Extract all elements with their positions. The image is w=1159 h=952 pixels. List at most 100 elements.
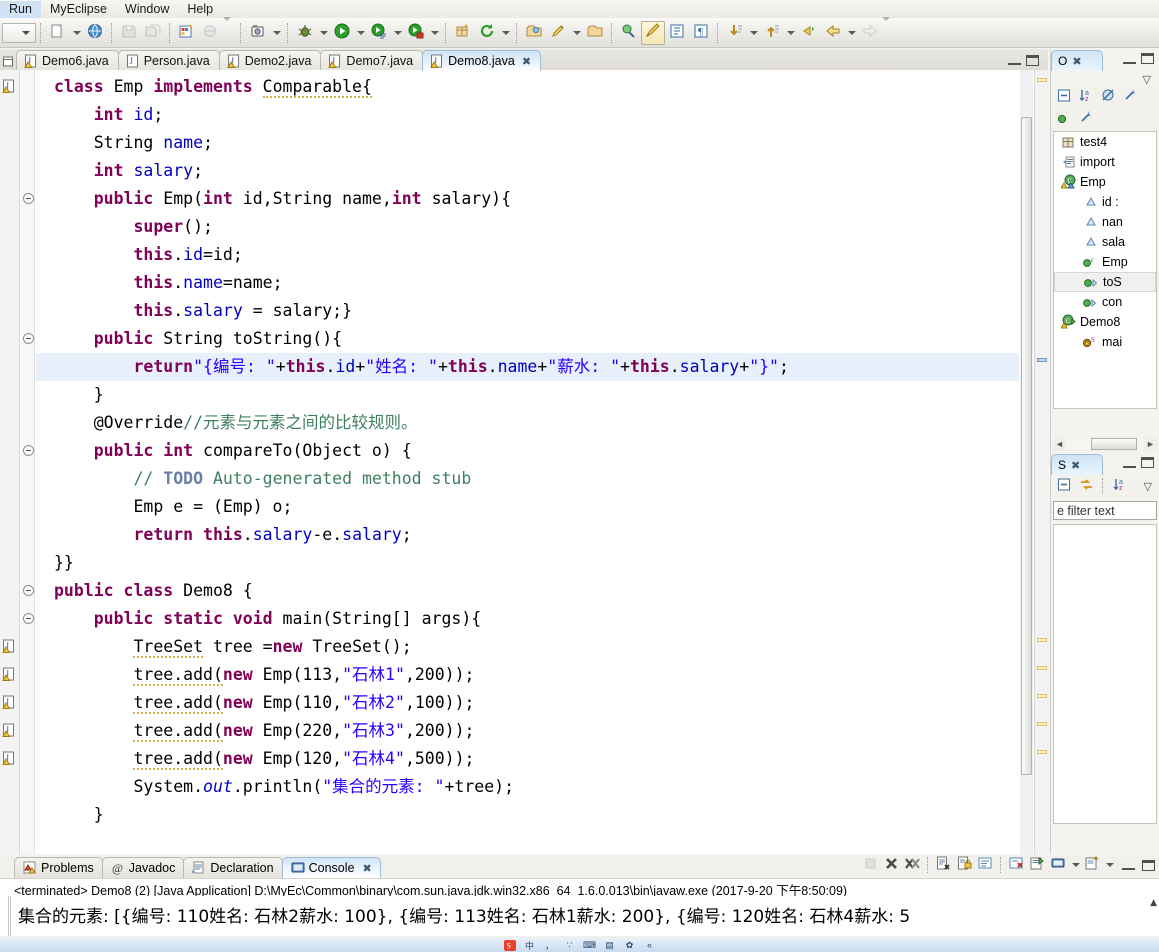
code-line[interactable]: tree.add(new Emp(113,"石林1",200)); [36, 661, 1019, 689]
outline-view-menu[interactable]: ▽ [1051, 71, 1159, 87]
code-line[interactable]: Emp e = (Emp) o; [36, 493, 1019, 521]
minimize-editor-button[interactable] [1008, 55, 1021, 65]
editor-folding-gutter[interactable] [21, 70, 35, 854]
remove-launch-button[interactable] [882, 856, 901, 875]
search-view-menu[interactable]: ▽ [1144, 480, 1156, 493]
code-line[interactable]: public int compareTo(Object o) { [36, 437, 1019, 465]
open-type-button[interactable] [522, 21, 546, 45]
chevron-down-icon[interactable] [223, 21, 236, 45]
fold-collapse-icon[interactable] [23, 585, 34, 596]
outline-item-sala[interactable]: sala [1054, 232, 1156, 252]
code-line[interactable]: @Override//元素与元素之间的比较规则。 [36, 409, 1019, 437]
warning-marker-icon[interactable]: J [2, 667, 18, 683]
display-selected-console-button[interactable] [1049, 856, 1068, 875]
fold-collapse-icon[interactable] [23, 333, 34, 344]
chevron-down-icon[interactable] [845, 21, 858, 45]
overview-warning-marker[interactable] [1037, 666, 1047, 670]
clear-console-button[interactable] [934, 856, 953, 875]
ime-half-width-icon[interactable]: ∵ [563, 939, 577, 951]
refresh-generate-button[interactable] [475, 21, 499, 45]
code-line[interactable]: class Emp implements Comparable{ [36, 73, 1019, 101]
code-line[interactable]: public Emp(int id,String name,int salary… [36, 185, 1019, 213]
code-line[interactable]: this.name=name; [36, 269, 1019, 297]
warning-marker-icon[interactable]: J [2, 79, 18, 95]
search-tab[interactable]: S ✖ [1051, 454, 1103, 475]
warning-marker-icon[interactable]: J [2, 639, 18, 655]
new-wizard-dropdown-button[interactable] [46, 21, 70, 45]
ime-toolbox-icon[interactable]: ▤ [603, 939, 617, 951]
perspective-combo[interactable] [2, 22, 36, 43]
outline-item-nan[interactable]: nan [1054, 212, 1156, 232]
close-icon[interactable]: ✖ [362, 862, 371, 875]
warning-marker-icon[interactable]: J [2, 695, 18, 711]
chevron-down-icon[interactable] [70, 21, 83, 45]
code-line[interactable]: } [36, 801, 1019, 829]
hide-fields-button[interactable] [1098, 87, 1118, 107]
outline-tab[interactable]: O ✖ [1051, 50, 1103, 71]
toggle-block-selection-button[interactable] [665, 21, 689, 45]
hide-local-types-button[interactable]: L [1076, 109, 1096, 129]
fold-collapse-icon[interactable] [23, 445, 34, 456]
console-scroll-up-icon[interactable]: ▲ [1150, 898, 1157, 908]
editor-overview-ruler[interactable] [1034, 70, 1048, 854]
chevron-down-icon[interactable] [391, 21, 404, 45]
outline-item-con[interactable]: con [1054, 292, 1156, 312]
pin-console-button[interactable] [1028, 856, 1047, 875]
remove-all-terminated-button[interactable] [903, 856, 922, 875]
editor-tab-demo2-java[interactable]: J Demo2.java [218, 50, 322, 71]
code-line[interactable]: System.out.println("集合的元素: "+tree); [36, 773, 1019, 801]
code-line[interactable]: this.id=id; [36, 241, 1019, 269]
overview-warning-marker[interactable] [1037, 722, 1047, 726]
chevron-down-icon[interactable] [499, 21, 512, 45]
console-tab-declaration[interactable]: Declaration [183, 857, 283, 878]
code-line[interactable]: public class Demo8 { [36, 577, 1019, 605]
close-icon[interactable]: ✖ [1072, 55, 1081, 68]
editor-tab-list-icon[interactable] [0, 51, 16, 71]
chevron-down-icon[interactable] [570, 21, 583, 45]
overview-warning-marker[interactable] [1037, 78, 1047, 82]
editor-scrollbar-thumb[interactable] [1021, 117, 1032, 775]
previous-annotation-button[interactable] [760, 21, 784, 45]
menu-item-window[interactable]: Window [116, 1, 178, 18]
outline-horizontal-scrollbar[interactable]: ◄ ► [1053, 437, 1157, 451]
search-button[interactable] [546, 21, 570, 45]
toggle-mark-occurrences-button[interactable] [617, 21, 641, 45]
outline-item-import[interactable]: import [1054, 152, 1156, 172]
code-line[interactable]: TreeSet tree =new TreeSet(); [36, 633, 1019, 661]
editor-source-code[interactable]: class Emp implements Comparable{ int id;… [36, 70, 1019, 854]
warning-marker-icon[interactable]: J [2, 751, 18, 767]
code-line[interactable]: return"{编号: "+this.id+"姓名: "+this.name+"… [36, 353, 1019, 381]
outline-item-demo8[interactable]: C Demo8 [1054, 312, 1156, 332]
outline-item-emp[interactable]: C Emp [1054, 172, 1156, 192]
minimize-outline-button[interactable] [1123, 54, 1136, 64]
code-line[interactable]: // TODO Auto-generated method stub [36, 465, 1019, 493]
code-line[interactable]: tree.add(new Emp(120,"石林4",500)); [36, 745, 1019, 773]
chevron-down-icon[interactable] [784, 21, 797, 45]
outline-item-id-:[interactable]: id : [1054, 192, 1156, 212]
scroll-left-icon[interactable]: ◄ [1053, 439, 1066, 449]
code-line[interactable]: int salary; [36, 157, 1019, 185]
minimize-console-button[interactable] [1122, 860, 1135, 870]
hide-public-button[interactable] [1054, 109, 1074, 129]
menu-item-help[interactable]: Help [178, 1, 222, 18]
editor-marker-gutter[interactable]: JJJJJJ [0, 70, 20, 854]
maximize-search-button[interactable] [1141, 457, 1154, 468]
overview-warning-marker[interactable] [1037, 694, 1047, 698]
ime-collapse-icon[interactable]: « [643, 939, 657, 951]
chevron-down-icon[interactable] [1070, 853, 1081, 877]
close-console-button[interactable] [1007, 856, 1026, 875]
editor-vertical-scrollbar[interactable] [1020, 70, 1033, 854]
run-configurations-button[interactable] [367, 21, 391, 45]
toggle-whitespace-button[interactable] [641, 20, 665, 45]
editor-tab-person-java[interactable]: J Person.java [117, 50, 220, 71]
code-line[interactable]: return this.salary-e.salary; [36, 521, 1019, 549]
run-server-button[interactable] [246, 21, 270, 45]
editor-tab-demo7-java[interactable]: J Demo7.java [320, 50, 424, 71]
code-line[interactable]: super(); [36, 213, 1019, 241]
maximize-editor-button[interactable] [1026, 54, 1039, 66]
external-tools-button[interactable] [404, 21, 428, 45]
hide-static-button[interactable]: s [1120, 87, 1140, 107]
outline-item-emp[interactable]: c Emp [1054, 252, 1156, 272]
overview-warning-marker[interactable] [1037, 750, 1047, 754]
close-icon[interactable]: ✖ [1071, 459, 1080, 472]
